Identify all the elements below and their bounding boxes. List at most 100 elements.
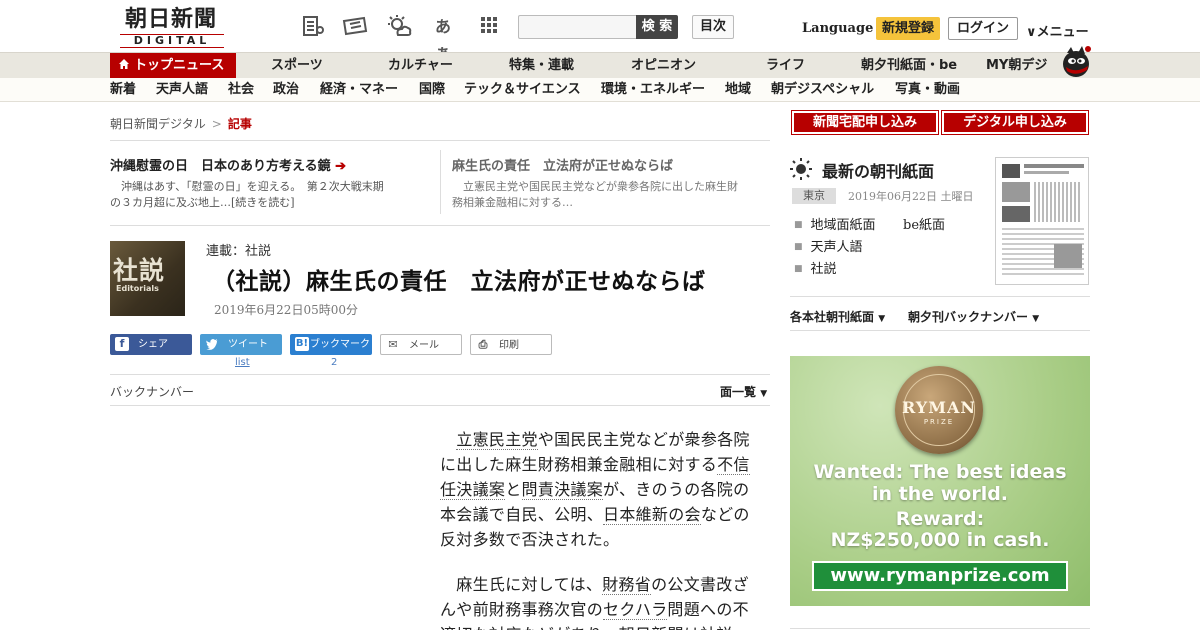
breadcrumb-current: 記事 bbox=[227, 117, 252, 131]
editorial-image-title: 社説 bbox=[113, 256, 166, 285]
subnav-tech-science[interactable]: テック＆サイエンス bbox=[464, 78, 581, 102]
login-button[interactable]: ログイン bbox=[948, 17, 1018, 40]
link-tenseijingo[interactable]: ■ 天声人語 bbox=[794, 236, 863, 255]
twitter-list-link[interactable]: list bbox=[235, 357, 250, 368]
subnav-environment[interactable]: 環境・エネルギー bbox=[601, 78, 705, 102]
language-link[interactable]: Language bbox=[802, 21, 873, 36]
nav-my-asadigi[interactable]: MY朝デジ bbox=[986, 53, 1047, 79]
caret-down-icon: ▼ bbox=[760, 389, 768, 399]
subnav-region[interactable]: 地域 bbox=[725, 78, 751, 102]
facebook-share-label: シェア bbox=[138, 339, 168, 350]
keyword-link[interactable]: 問責決議案 bbox=[521, 480, 604, 500]
keyword-link[interactable]: セクハラ bbox=[603, 600, 668, 620]
menu-label: メニュー bbox=[1036, 25, 1089, 40]
bullet-icon: ■ bbox=[794, 220, 803, 230]
article-title: （社説）麻生氏の責任 立法府が正せぬならば bbox=[212, 269, 706, 295]
region-badge: 東京 bbox=[792, 188, 836, 204]
breadcrumb: 朝日新聞デジタル > 記事 bbox=[110, 115, 252, 132]
site-header: 朝日新聞 DIGITAL あぁ 検 索 目次 Language 新規登録 ログイ… bbox=[0, 0, 1200, 62]
newspaper-thumbnail[interactable] bbox=[995, 157, 1089, 285]
signup-button[interactable]: 新規登録 bbox=[876, 17, 940, 40]
digital-subscribe-button[interactable]: デジタル申し込み bbox=[941, 110, 1089, 135]
backnumber-dropdown-label: 朝夕刊バックナンバー bbox=[908, 310, 1029, 324]
divider bbox=[110, 405, 770, 406]
menu-button[interactable]: ∨メニュー bbox=[1026, 21, 1089, 40]
link-editorial-label: 社説 bbox=[810, 262, 837, 277]
font-size-button[interactable]: あぁ bbox=[430, 14, 456, 62]
toc-button[interactable]: 目次 bbox=[692, 15, 734, 39]
nav-top-news-label: トップニュース bbox=[134, 58, 225, 73]
medal-title: RYMAN bbox=[902, 398, 976, 417]
divider bbox=[110, 140, 770, 141]
chevron-down-icon: ∨ bbox=[1026, 25, 1037, 40]
nav-sports[interactable]: スポーツ bbox=[271, 53, 323, 79]
asahi-logo[interactable]: 朝日新聞 DIGITAL bbox=[114, 7, 228, 48]
related-summary-1-line2[interactable]: の３カ月超に及ぶ地上…[続きを読む] bbox=[110, 195, 384, 211]
subnav-society[interactable]: 社会 bbox=[228, 78, 254, 102]
editorial-series-image[interactable]: 社説 Editorials bbox=[110, 241, 185, 316]
search-input[interactable] bbox=[518, 15, 636, 39]
ryman-medal-logo: RYMAN PRIZE bbox=[895, 366, 983, 454]
article-paragraph: 麻生氏に対しては、財務省の公文書改ざんや前財務事務次官のセクハラ問題への不適切な… bbox=[440, 572, 750, 630]
nav-life[interactable]: ライフ bbox=[766, 53, 805, 79]
hatena-bookmark-button[interactable]: B! ブックマーク bbox=[290, 334, 372, 355]
link-be-pages[interactable]: be紙面 bbox=[903, 214, 945, 233]
body-text: と bbox=[505, 480, 522, 499]
latest-morning-edition-title[interactable]: 最新の朝刊紙面 bbox=[822, 158, 934, 182]
article-date: 2019年6月22日05時00分 bbox=[214, 303, 358, 317]
divider bbox=[110, 374, 770, 375]
subnav-politics[interactable]: 政治 bbox=[273, 78, 299, 102]
related-article-2[interactable]: 麻生氏の責任 立法府が正せぬならば bbox=[452, 155, 673, 174]
paper-subscribe-button[interactable]: 新聞宅配申し込み bbox=[791, 110, 939, 135]
link-editorial[interactable]: ■ 社説 bbox=[794, 258, 837, 277]
sub-nav: 新着 天声人語 社会 政治 経済・マネー 国際 テック＆サイエンス 環境・エネル… bbox=[0, 78, 1200, 102]
hatena-count[interactable]: 2 bbox=[331, 357, 337, 368]
related-summary-2-line1: 立憲民主党や国民民主党などが衆参各院に出した麻生財 bbox=[452, 180, 738, 193]
nav-features[interactable]: 特集・連載 bbox=[509, 53, 574, 79]
paper-date: 2019年06月22日 土曜日 bbox=[848, 190, 974, 203]
link-regional-pages-label: 地域面紙面 bbox=[810, 218, 876, 233]
subnav-special[interactable]: 朝デジスペシャル bbox=[771, 78, 874, 102]
link-tenseijingo-label: 天声人語 bbox=[810, 240, 863, 255]
subnav-tenseijingo[interactable]: 天声人語 bbox=[156, 78, 208, 102]
series-label[interactable]: 連載：社説 bbox=[206, 240, 271, 259]
subnav-photo-video[interactable]: 写真・動画 bbox=[895, 78, 960, 102]
regional-editions-dropdown[interactable]: 各本社朝刊紙面 ▼ bbox=[790, 308, 885, 325]
article-paragraph: 立憲民主党や国民民主党などが衆参各院に出した麻生財務相兼金融相に対する不信任決議… bbox=[440, 427, 750, 552]
subnav-economy[interactable]: 経済・マネー bbox=[320, 78, 398, 102]
ad-url[interactable]: www.rymanprize.com bbox=[812, 561, 1068, 591]
related-title-1: 沖縄慰霊の日 日本のあり方考える鏡 bbox=[110, 159, 331, 174]
backnumber-dropdown[interactable]: 朝夕刊バックナンバー ▼ bbox=[908, 308, 1039, 325]
print-label: 印刷 bbox=[499, 340, 519, 351]
nav-culture[interactable]: カルチャー bbox=[388, 53, 453, 79]
nav-top-news[interactable]: トップニュース bbox=[110, 53, 236, 79]
newspaper-icon[interactable] bbox=[300, 14, 326, 40]
subnav-new[interactable]: 新着 bbox=[110, 78, 136, 102]
divider bbox=[790, 296, 1090, 297]
ryman-prize-ad[interactable]: RYMAN PRIZE Wanted: The best ideas in th… bbox=[790, 356, 1090, 606]
print-button[interactable]: ⎙ 印刷 bbox=[470, 334, 552, 355]
mascot-icon bbox=[1063, 46, 1091, 77]
weather-icon[interactable] bbox=[386, 14, 412, 40]
hatena-icon: B! bbox=[295, 337, 309, 351]
regional-editions-label: 各本社朝刊紙面 bbox=[790, 310, 875, 324]
keyword-link[interactable]: 日本維新の会 bbox=[603, 505, 701, 525]
bullet-icon: ■ bbox=[794, 242, 803, 252]
apps-grid-icon[interactable] bbox=[476, 14, 502, 40]
twitter-share-button[interactable]: ツイート bbox=[200, 334, 282, 355]
nav-paper[interactable]: 朝夕刊紙面・be bbox=[861, 53, 957, 79]
related-article-1[interactable]: 沖縄慰霊の日 日本のあり方考える鏡 ➔ bbox=[110, 155, 346, 174]
keyword-link[interactable]: 財務省 bbox=[602, 575, 652, 595]
facebook-share-button[interactable]: f シェア bbox=[110, 334, 192, 355]
related-summary-1-line1: 沖縄はあす、「慰霊の日」を迎える。 第２次大戦末期 bbox=[110, 180, 384, 193]
nav-opinion[interactable]: オピニオン bbox=[631, 53, 696, 79]
mail-share-button[interactable]: ✉ メール bbox=[380, 334, 462, 355]
list-all-dropdown[interactable]: 面一覧 ▼ bbox=[720, 383, 767, 400]
subnav-international[interactable]: 国際 bbox=[419, 78, 445, 102]
ticket-icon[interactable] bbox=[342, 14, 368, 40]
bullet-icon: ■ bbox=[794, 264, 803, 274]
breadcrumb-home[interactable]: 朝日新聞デジタル bbox=[110, 117, 206, 131]
keyword-link[interactable]: 立憲民主党 bbox=[456, 430, 538, 450]
search-button[interactable]: 検 索 bbox=[636, 15, 678, 39]
link-regional-pages[interactable]: ■ 地域面紙面 bbox=[794, 214, 876, 233]
